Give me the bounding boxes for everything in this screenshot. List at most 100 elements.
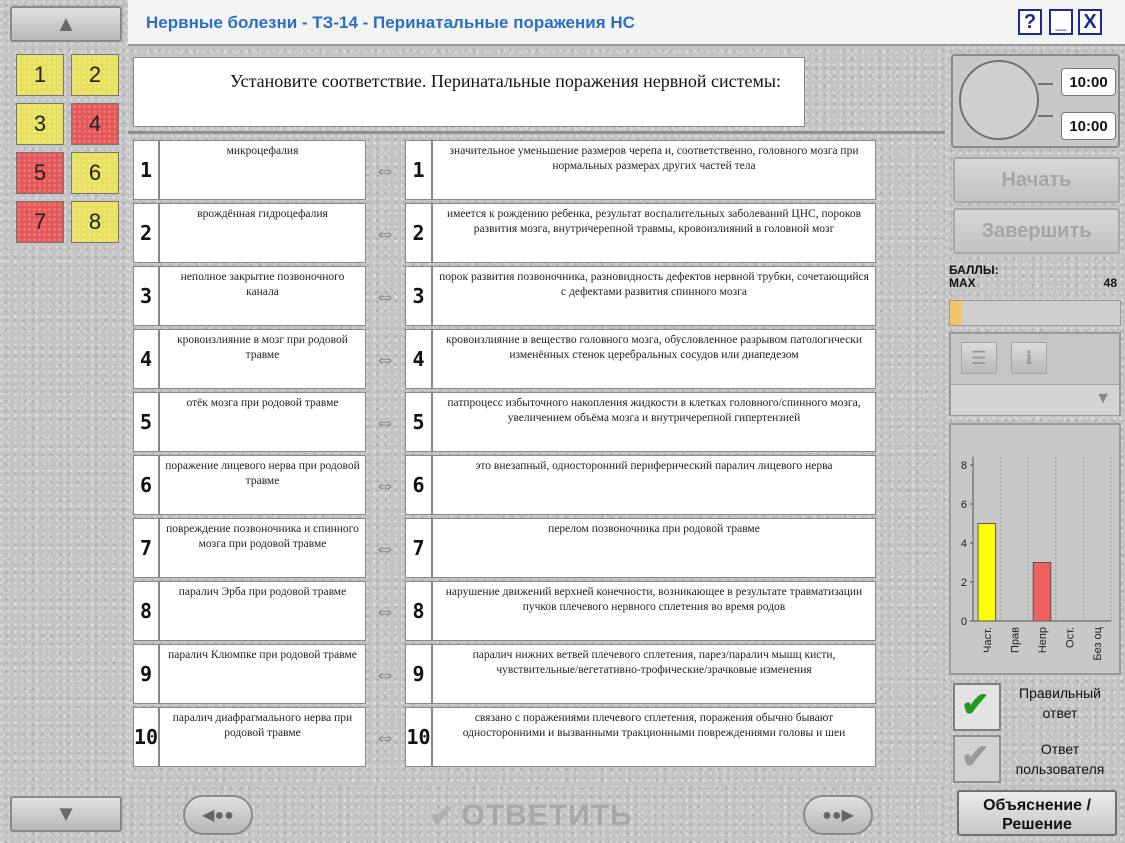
swap-arrows-icon[interactable]: ⇔ bbox=[370, 663, 400, 685]
chart-y-tick-label: 8 bbox=[961, 460, 967, 472]
previous-button[interactable]: ◀●● bbox=[183, 795, 253, 835]
correct-answer-label: Правильный ответ bbox=[1019, 685, 1101, 721]
question-number-6[interactable]: 6 bbox=[71, 152, 119, 194]
score-panel: БАЛЛЫ: MAX 48 bbox=[949, 264, 1121, 290]
explanation-button[interactable]: Объяснение / Решение bbox=[957, 790, 1117, 836]
pair-row: 4 кровоизлияние в мозг при родовой травме… bbox=[128, 329, 945, 389]
left-item-number: 4 bbox=[133, 329, 159, 389]
left-item-text[interactable]: отёк мозга при родовой травме bbox=[159, 392, 366, 452]
help-button[interactable]: ? bbox=[1018, 9, 1042, 35]
question-number-2[interactable]: 2 bbox=[71, 54, 119, 96]
pair-row: 3 неполное закрытие позвоночного канала ⇔ 3… bbox=[128, 266, 945, 326]
question-number-8[interactable]: 8 bbox=[71, 201, 119, 243]
right-item-text[interactable]: порок развития позвоночника, разновиднос… bbox=[432, 266, 876, 326]
left-item-text[interactable]: повреждение позвоночника и спинного мозг… bbox=[159, 518, 366, 578]
right-item-text[interactable]: паралич нижних ветвей плечевого сплетени… bbox=[432, 644, 876, 704]
right-item-number: 4 bbox=[405, 329, 432, 389]
scroll-up-button[interactable]: ▲ bbox=[10, 6, 122, 42]
start-button[interactable]: Начать bbox=[953, 157, 1120, 203]
left-item-number: 7 bbox=[133, 518, 159, 578]
left-item-text[interactable]: врождённая гидроцефалия bbox=[159, 203, 366, 263]
left-item-number: 2 bbox=[133, 203, 159, 263]
question-number-5[interactable]: 5 bbox=[16, 152, 64, 194]
swap-arrows-icon[interactable]: ⇔ bbox=[370, 222, 400, 244]
window-title: Нервные болезни - ТЗ-14 - Перинатальные … bbox=[146, 13, 635, 32]
question-text-box: Установите соответствие. Перинатальные п… bbox=[133, 57, 805, 127]
swap-arrows-icon[interactable]: ⇔ bbox=[370, 726, 400, 748]
pair-row: 5 отёк мозга при родовой травме ⇔ 5 патпроце… bbox=[128, 392, 945, 452]
question-number-1[interactable]: 1 bbox=[16, 54, 64, 96]
right-item-number: 3 bbox=[405, 266, 432, 326]
swap-arrows-icon[interactable]: ⇔ bbox=[370, 411, 400, 433]
title-bar: Нервные болезни - ТЗ-14 - Перинатальные … bbox=[128, 0, 1125, 46]
answer-view-toggles: ✔ Правильный ответ ✔ Ответ пользователя bbox=[949, 679, 1121, 789]
pair-row: 8 паралич Эрба при родовой травме ⇔ 8 наруше… bbox=[128, 581, 945, 641]
check-icon: ✔ bbox=[429, 799, 456, 833]
right-item-text[interactable]: перелом позвоночника при родовой травме bbox=[432, 518, 876, 578]
right-item-number: 10 bbox=[405, 707, 432, 767]
tools-panel: ☰ ℹ ▼ bbox=[949, 332, 1121, 416]
document-list-icon[interactable]: ☰ bbox=[961, 342, 997, 374]
user-answer-label: Ответ пользователя bbox=[1015, 741, 1105, 777]
question-number-3[interactable]: 3 bbox=[16, 103, 64, 145]
green-check-icon: ✔ bbox=[961, 686, 990, 724]
arrow-left-icon: ◀●● bbox=[202, 807, 234, 824]
left-item-text[interactable]: кровоизлияние в мозг при родовой травме bbox=[159, 329, 366, 389]
next-button[interactable]: ●●▶ bbox=[803, 795, 873, 835]
swap-arrows-icon[interactable]: ⇔ bbox=[370, 537, 400, 559]
left-item-text[interactable]: паралич Эрба при родовой травме bbox=[159, 581, 366, 641]
swap-arrows-icon[interactable]: ⇔ bbox=[370, 285, 400, 307]
pair-row: 10 паралич диафрагмального нерва при родо… bbox=[128, 707, 945, 767]
triangle-up-icon: ▲ bbox=[55, 11, 77, 36]
right-item-text[interactable]: связано с поражениями плечевого сплетени… bbox=[432, 707, 876, 767]
user-answer-toggle[interactable]: ✔ bbox=[953, 735, 1001, 783]
right-item-text[interactable]: патпроцесс избыточного накопления жидкос… bbox=[432, 392, 876, 452]
swap-arrows-icon[interactable]: ⇔ bbox=[370, 159, 400, 181]
view-dropdown[interactable]: ▼ bbox=[951, 384, 1119, 415]
left-item-text[interactable]: микроцефалия bbox=[159, 140, 366, 200]
dropdown-arrow-icon: ▼ bbox=[1095, 390, 1111, 407]
swap-arrows-icon[interactable]: ⇔ bbox=[370, 600, 400, 622]
chart-category-label: Непр bbox=[1037, 627, 1049, 653]
pair-row: 2 врождённая гидроцефалия ⇔ 2 имеется к рожд… bbox=[128, 203, 945, 263]
left-item-text[interactable]: паралич диафрагмального нерва при родово… bbox=[159, 707, 366, 767]
chart-y-tick-label: 6 bbox=[961, 499, 967, 511]
right-item-text[interactable]: это внезапный, односторонний периферичес… bbox=[432, 455, 876, 515]
left-item-number: 5 bbox=[133, 392, 159, 452]
question-number-4[interactable]: 4 bbox=[71, 103, 119, 145]
right-item-number: 9 bbox=[405, 644, 432, 704]
left-item-text[interactable]: паралич Клюмпке при родовой травме bbox=[159, 644, 366, 704]
swap-arrows-icon[interactable]: ⇔ bbox=[370, 474, 400, 496]
chart-category-label: Част. bbox=[982, 627, 994, 653]
pair-row: 9 паралич Клюмпке при родовой травме ⇔ 9 пар… bbox=[128, 644, 945, 704]
chart-category-label: Прав bbox=[1009, 627, 1021, 653]
right-item-text[interactable]: значительное уменьшение размеров черепа … bbox=[432, 140, 876, 200]
score-max-value: 48 bbox=[1103, 276, 1117, 290]
score-bar-fill bbox=[950, 301, 962, 325]
chart-category-label: Без оц bbox=[1092, 626, 1104, 660]
right-item-text[interactable]: кровоизлияние в вещество головного мозга… bbox=[432, 329, 876, 389]
results-chart-panel: 0 2 4 6 8 Част. Прав Непр Ост. Без оц bbox=[949, 423, 1121, 675]
minimize-button[interactable]: _ bbox=[1049, 9, 1073, 35]
swap-arrows-icon[interactable]: ⇔ bbox=[370, 348, 400, 370]
gray-check-icon: ✔ bbox=[961, 738, 990, 776]
left-item-text[interactable]: неполное закрытие позвоночного канала bbox=[159, 266, 366, 326]
info-document-icon[interactable]: ℹ bbox=[1011, 342, 1047, 374]
chart-y-tick-label: 2 bbox=[961, 577, 967, 589]
right-item-text[interactable]: нарушение движений верхней конечности, в… bbox=[432, 581, 876, 641]
close-button[interactable]: X bbox=[1078, 9, 1102, 35]
scroll-down-button[interactable]: ▼ bbox=[10, 796, 122, 832]
right-item-number: 5 bbox=[405, 392, 432, 452]
finish-button[interactable]: Завершить bbox=[953, 208, 1120, 254]
left-item-number: 9 bbox=[133, 644, 159, 704]
chart-bar bbox=[977, 523, 997, 622]
timer-panel: 10:00 10:00 bbox=[951, 54, 1120, 148]
correct-answer-toggle[interactable]: ✔ bbox=[953, 683, 1001, 731]
right-item-text[interactable]: имеется к рождению ребенка, результат во… bbox=[432, 203, 876, 263]
pair-row: 1 микроцефалия ⇔ 1 значительное уменьшение р… bbox=[128, 140, 945, 200]
right-item-number: 2 bbox=[405, 203, 432, 263]
answer-button[interactable]: ✔ ОТВЕТИТЬ bbox=[262, 795, 800, 837]
left-item-text[interactable]: поражение лицевого нерва при родовой тра… bbox=[159, 455, 366, 515]
pair-row: 6 поражение лицевого нерва при родовой тр… bbox=[128, 455, 945, 515]
question-number-7[interactable]: 7 bbox=[16, 201, 64, 243]
